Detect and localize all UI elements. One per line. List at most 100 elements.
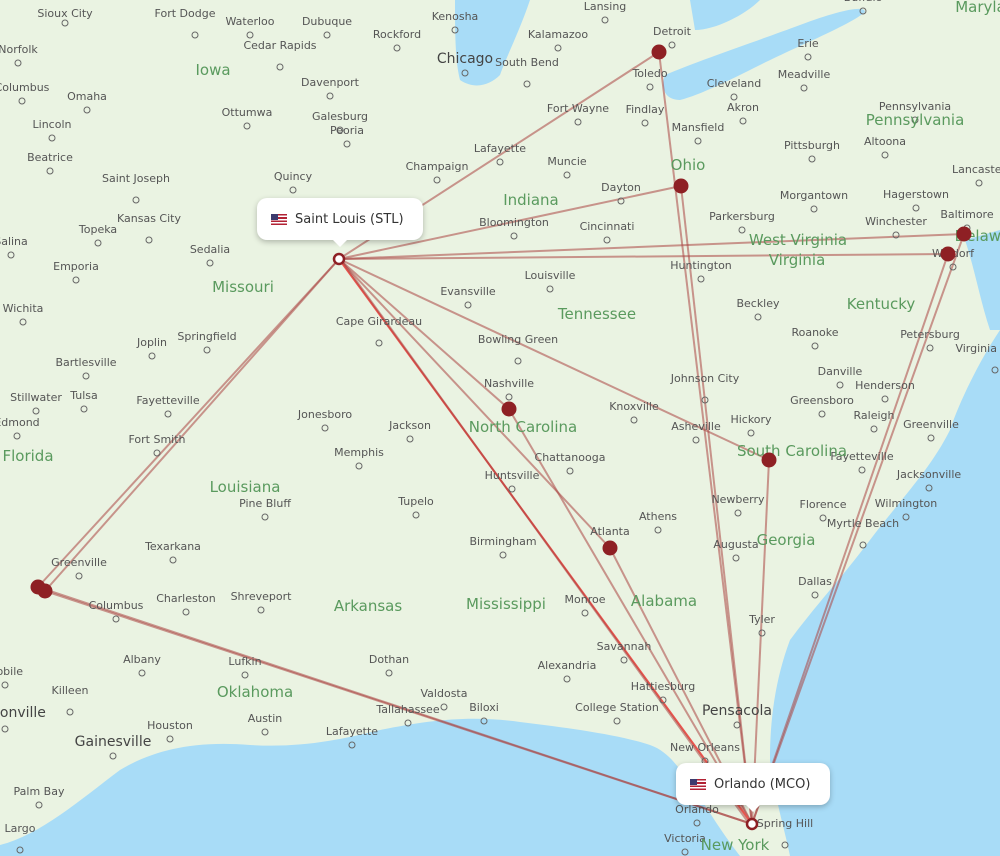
city-label: Rockford [373, 28, 421, 41]
city-label: Pittsburgh [784, 139, 840, 152]
city-label: Dubuque [302, 15, 352, 28]
city-label: Knoxville [609, 400, 659, 413]
origin-marker-icon[interactable] [332, 252, 346, 266]
city-label: Kansas City [117, 212, 181, 225]
city-label: Lansing [584, 0, 627, 13]
city-label: Largo [5, 822, 36, 835]
airport-marker-1[interactable] [673, 178, 689, 194]
city-label: Saint Joseph [102, 172, 170, 185]
city-label: Pensacola [702, 703, 772, 719]
city-label: Edmond [0, 416, 40, 429]
city-label: Ottumwa [222, 106, 273, 119]
airport-marker-2[interactable] [956, 226, 972, 242]
city-label: Hattiesburg [631, 680, 695, 693]
city-label: Florence [800, 498, 847, 511]
city-label: Salina [0, 235, 28, 248]
city-label: Muncie [547, 155, 587, 168]
airport-marker-6[interactable] [761, 452, 777, 468]
state-label-georgia: Georgia [757, 531, 816, 549]
city-label: Toledo [631, 67, 667, 80]
city-label: Killeen [52, 684, 89, 697]
city-label: Johnson City [670, 372, 740, 385]
city-label: Danville [818, 365, 863, 378]
city-label: Meadville [778, 68, 831, 81]
city-label: Lafayette [474, 142, 526, 155]
city-label: Dothan [369, 653, 409, 666]
state-label-west-virginia: West Virginia [749, 231, 847, 249]
city-label: Bloomington [479, 216, 549, 229]
destination-label: Orlando (MCO) [714, 776, 811, 792]
city-label: Cape Girardeau [336, 315, 422, 328]
city-label: Memphis [334, 446, 384, 459]
city-label: Lancaster [952, 163, 1000, 176]
city-label: Columbus [0, 81, 50, 94]
state-label-new-york: New York [701, 836, 770, 854]
airport-marker-8[interactable] [37, 583, 53, 599]
city-label: Myrtle Beach [827, 517, 899, 530]
state-label-south-carolina: South Carolina [737, 442, 847, 460]
city-label: Gainesville [75, 734, 152, 750]
city-label: Albany [123, 653, 161, 666]
airport-marker-0[interactable] [651, 44, 667, 60]
city-label: Cincinnati [580, 220, 635, 233]
city-label: Shreveport [231, 590, 293, 603]
state-label-florida: Florida [2, 447, 53, 465]
city-label: Greensboro [790, 394, 854, 407]
state-label-arkansas: Arkansas [334, 597, 403, 615]
city-label: Waterloo [225, 15, 274, 28]
city-label: Jacksonville [896, 468, 962, 481]
city-label: Victoria [664, 832, 706, 845]
city-label: Huntington [670, 259, 732, 272]
state-label-missouri: Missouri [212, 278, 274, 296]
city-label: Bartlesville [55, 356, 116, 369]
city-label: Savannah [597, 640, 652, 653]
city-label: Wichita [3, 302, 44, 315]
airport-marker-3[interactable] [940, 246, 956, 262]
city-label: South Bend [495, 56, 559, 69]
destination-marker-icon[interactable] [745, 817, 759, 831]
city-label: College Station [575, 701, 659, 714]
city-label: Augusta [713, 538, 758, 551]
city-label: Davenport [301, 76, 360, 89]
city-label: Topeka [78, 223, 117, 236]
city-label: Newberry [711, 493, 765, 506]
state-label-virginia: Virginia [769, 251, 826, 269]
state-label-north-carolina: North Carolina [469, 418, 577, 436]
city-label: Cleveland [707, 77, 762, 90]
destination-callout[interactable]: Orlando (MCO) [676, 763, 830, 812]
city-label: Roanoke [791, 326, 838, 339]
city-label: Detroit [653, 25, 692, 38]
state-label-louisiana: Louisiana [210, 478, 281, 496]
city-label: Palm Bay [14, 785, 65, 798]
airport-marker-5[interactable] [602, 540, 618, 556]
city-label: Columbus [89, 599, 144, 612]
state-label-kentucky: Kentucky [847, 295, 916, 313]
city-label: Erie [797, 37, 819, 50]
city-label: Quincy [274, 170, 313, 183]
city-label: Alexandria [538, 659, 597, 672]
origin-callout[interactable]: Saint Louis (STL) [257, 198, 423, 247]
route-map[interactable]: Sioux City Fort Dodge Waterloo Dubuque Kenos… [0, 0, 1000, 856]
city-label: Winchester [865, 215, 927, 228]
city-label: Parkersburg [709, 210, 775, 223]
city-label: Charleston [156, 592, 216, 605]
state-label-indiana: Indiana [503, 191, 559, 209]
city-label: Findlay [626, 103, 665, 116]
city-label: Jackson [388, 419, 431, 432]
city-label: Huntsville [485, 469, 540, 482]
city-label: Fort Smith [128, 433, 185, 446]
city-label: Henderson [855, 379, 915, 392]
city-label: Dallas [798, 575, 832, 588]
city-label: Virginia Beach [955, 342, 1000, 355]
city-label: Hagerstown [883, 188, 949, 201]
city-label: Galesburg [312, 110, 368, 123]
airport-marker-4[interactable] [501, 401, 517, 417]
city-label: Sioux City [37, 7, 93, 20]
us-flag-icon [271, 213, 287, 225]
city-label: Akron [727, 101, 759, 114]
city-label: Morgantown [780, 189, 848, 202]
city-label: Emporia [53, 260, 99, 273]
city-label: Tulsa [69, 389, 98, 402]
city-label: Champaign [406, 160, 469, 173]
state-label-maryland: Maryland [955, 0, 1000, 16]
